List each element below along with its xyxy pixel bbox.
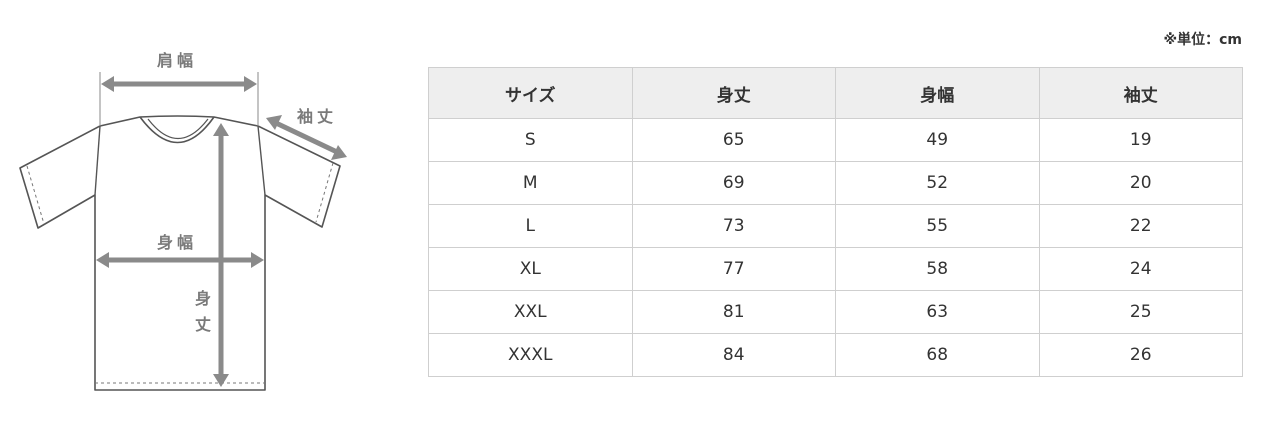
cell-body-width: 68	[835, 333, 1040, 377]
body-length-label: 身丈	[194, 289, 211, 334]
cell-body-width: 52	[835, 161, 1040, 205]
tshirt-size-diagram: 肩幅 袖丈 身幅 身丈	[0, 0, 380, 423]
cell-body-width: 63	[835, 290, 1040, 334]
cell-body-length: 69	[631, 161, 836, 205]
table-row: L 73 55 22	[428, 204, 1243, 248]
table-row: XXL 81 63 25	[428, 290, 1243, 334]
cell-sleeve-length: 19	[1038, 118, 1243, 162]
cell-body-length: 73	[631, 204, 836, 248]
table-row: S 65 49 19	[428, 118, 1243, 162]
sleeve-length-label: 袖丈	[297, 107, 338, 126]
cell-size: M	[428, 161, 633, 205]
cell-body-width: 49	[835, 118, 1040, 162]
cell-body-width: 55	[835, 204, 1040, 248]
size-table: サイズ 身丈 身幅 袖丈 S 65 49 19 M 69 52 20 L 73 …	[428, 67, 1243, 377]
cell-size: XXL	[428, 290, 633, 334]
header-sleeve-length: 袖丈	[1038, 67, 1243, 119]
cell-size: XXXL	[428, 333, 633, 377]
body-width-label: 身幅	[157, 233, 198, 252]
unit-note: ※単位：cm	[1163, 32, 1243, 48]
cell-sleeve-length: 22	[1038, 204, 1243, 248]
cell-body-length: 84	[631, 333, 836, 377]
cell-sleeve-length: 26	[1038, 333, 1243, 377]
table-row: XXXL 84 68 26	[428, 333, 1243, 377]
cell-body-length: 81	[631, 290, 836, 334]
table-header-row: サイズ 身丈 身幅 袖丈	[428, 67, 1243, 119]
cell-size: L	[428, 204, 633, 248]
table-row: M 69 52 20	[428, 161, 1243, 205]
cell-body-length: 65	[631, 118, 836, 162]
cell-size: S	[428, 118, 633, 162]
cell-sleeve-length: 24	[1038, 247, 1243, 291]
table-row: XL 77 58 24	[428, 247, 1243, 291]
shoulder-width-label: 肩幅	[157, 51, 198, 70]
cell-size: XL	[428, 247, 633, 291]
header-size: サイズ	[428, 67, 633, 119]
cell-sleeve-length: 20	[1038, 161, 1243, 205]
header-body-length: 身丈	[631, 67, 836, 119]
cell-body-length: 77	[631, 247, 836, 291]
cell-sleeve-length: 25	[1038, 290, 1243, 334]
cell-body-width: 58	[835, 247, 1040, 291]
header-body-width: 身幅	[835, 67, 1040, 119]
